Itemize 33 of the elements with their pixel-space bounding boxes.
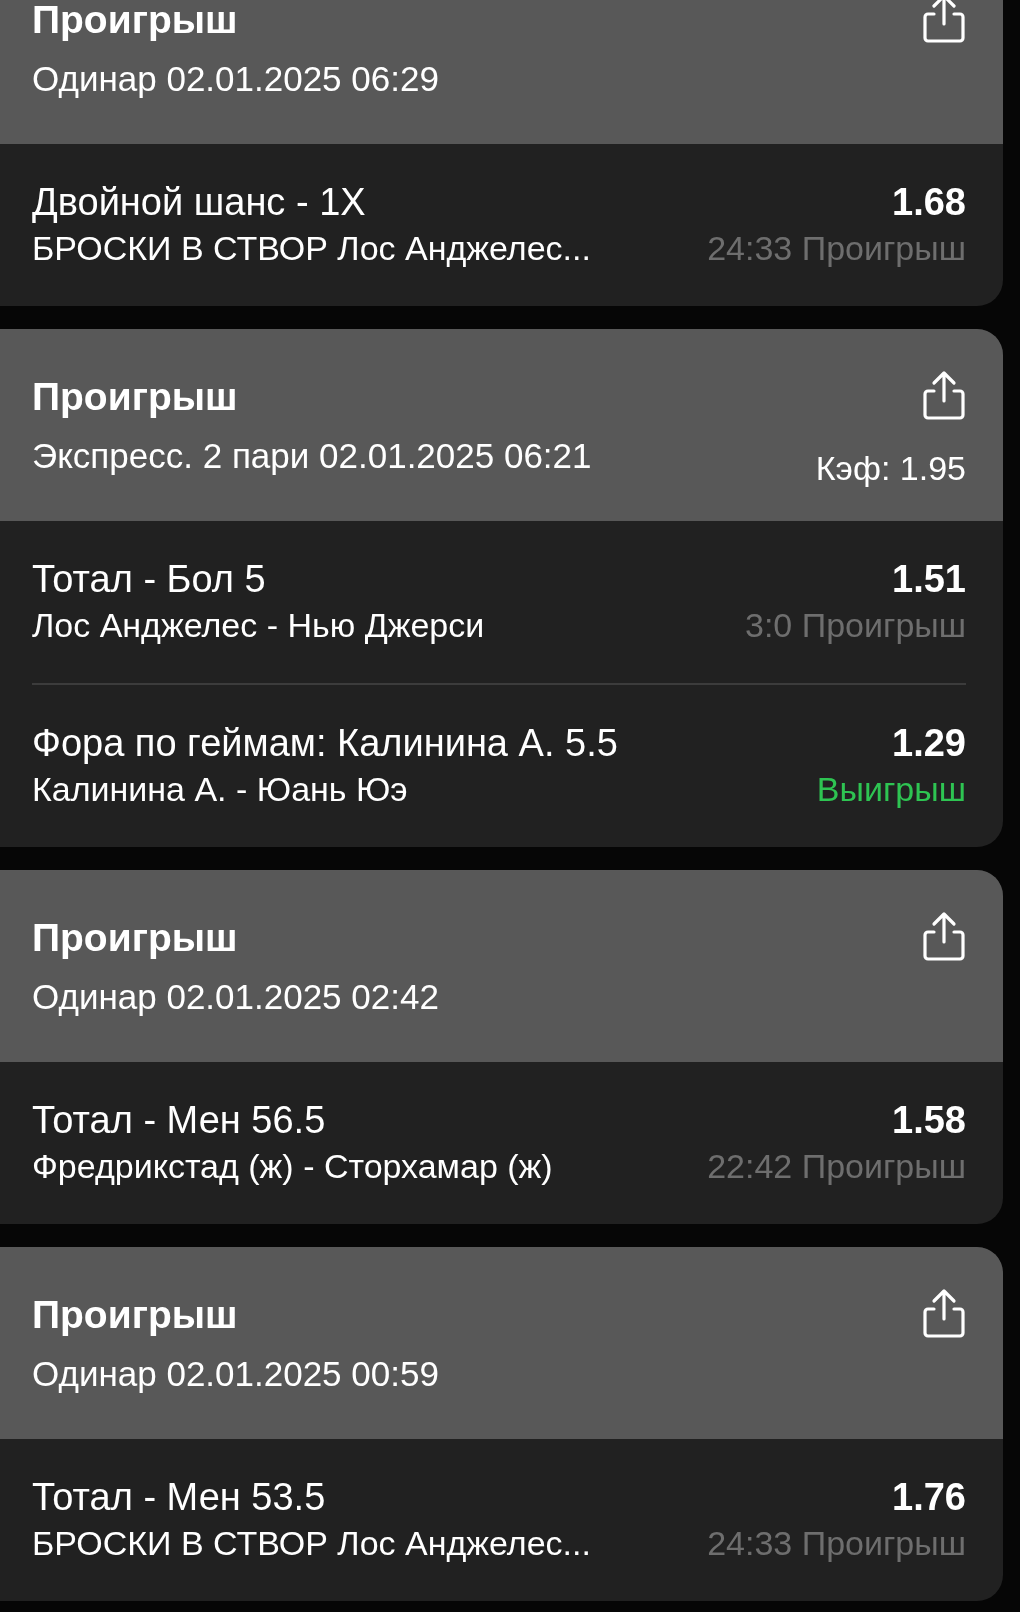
event-name: БРОСКИ В СТВОР Лос Анджелес... — [32, 1523, 591, 1564]
result-status: 24:33 Проигрыш — [707, 1523, 966, 1564]
odds-value: 1.51 — [892, 557, 966, 602]
share-icon[interactable] — [922, 910, 966, 962]
bet-type-date: Одинар 02.01.2025 02:42 — [32, 976, 439, 1018]
share-icon[interactable] — [922, 0, 966, 44]
bet-result-title: Проигрыш — [32, 1293, 239, 1337]
result-status: 22:42 Проигрыш — [707, 1146, 966, 1187]
bet-result-title: Проигрыш — [32, 916, 239, 960]
result-status: 24:33 Проигрыш — [707, 228, 966, 269]
bet-type-date: Экспресс. 2 пари 02.01.2025 06:21 — [32, 435, 592, 477]
bet-type-date: Одинар 02.01.2025 00:59 — [32, 1353, 439, 1395]
odds-value: 1.29 — [892, 721, 966, 766]
total-coefficient: Кэф: 1.95 — [815, 448, 966, 489]
market-name: Двойной шанс - 1X — [32, 180, 366, 225]
odds-value: 1.58 — [892, 1098, 966, 1143]
share-icon[interactable] — [922, 369, 966, 421]
market-name: Тотал - Бол 5 — [32, 557, 266, 602]
share-icon[interactable] — [922, 1287, 966, 1339]
result-status: 3:0 Проигрыш — [745, 605, 966, 646]
bet-type-date: Одинар 02.01.2025 06:29 — [32, 58, 439, 100]
result-status: Выигрыш — [816, 769, 966, 810]
bet-result-title: Проигрыш — [32, 0, 239, 42]
odds-value: 1.76 — [892, 1475, 966, 1520]
bet-result-title: Проигрыш — [32, 375, 239, 419]
event-name: БРОСКИ В СТВОР Лос Анджелес... — [32, 228, 591, 269]
market-name: Тотал - Мен 56.5 — [32, 1098, 326, 1143]
market-name: Фора по геймам: Калинина А. 5.5 — [32, 721, 618, 766]
event-name: Лос Анджелес - Нью Джерси — [32, 605, 485, 646]
event-name: Калинина А. - Юань Юэ — [32, 769, 408, 810]
event-name: Фредрикстад (ж) - Сторхамар (ж) — [32, 1146, 553, 1187]
odds-value: 1.68 — [892, 180, 966, 225]
market-name: Тотал - Мен 53.5 — [32, 1475, 326, 1520]
